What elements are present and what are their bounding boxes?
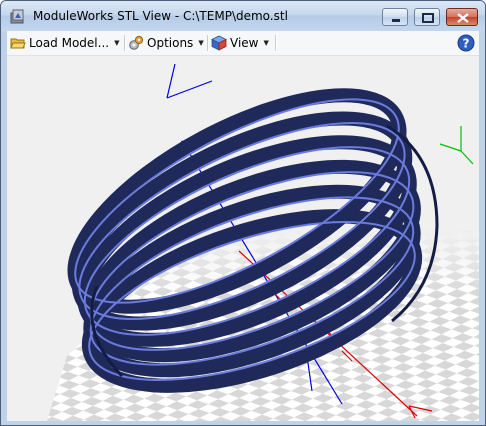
- options-label: Options: [147, 36, 194, 50]
- window-bottom-border: [1, 421, 485, 425]
- maximize-button[interactable]: [414, 8, 440, 26]
- title-bar[interactable]: ModuleWorks STL View - C:\TEMP\demo.stl: [1, 1, 485, 31]
- 3d-viewport[interactable]: [7, 56, 479, 421]
- svg-text:?: ?: [463, 37, 470, 51]
- close-button[interactable]: [446, 8, 478, 26]
- view-dropdown-arrow-icon[interactable]: ▼: [263, 39, 268, 47]
- minimize-icon: [392, 19, 400, 22]
- help-icon: ?: [457, 34, 475, 52]
- app-icon: [10, 9, 24, 24]
- app-window: ModuleWorks STL View - C:\TEMP\demo.stl …: [0, 0, 486, 426]
- maximize-icon: [422, 13, 434, 23]
- load-model-button[interactable]: Load Model... ▼: [10, 33, 119, 53]
- window-title: ModuleWorks STL View - C:\TEMP\demo.stl: [33, 9, 288, 23]
- options-button[interactable]: Options ▼: [128, 33, 204, 53]
- triad-green: [439, 126, 474, 165]
- toolbar-separator: [124, 35, 126, 51]
- options-dropdown-arrow-icon[interactable]: ▼: [198, 39, 203, 47]
- gear-icon: [129, 35, 144, 50]
- toolbar-separator: [275, 35, 277, 51]
- toolbar-separator: [207, 35, 209, 51]
- minimize-button[interactable]: [382, 8, 408, 26]
- load-dropdown-arrow-icon[interactable]: ▼: [114, 39, 119, 47]
- view-button[interactable]: View ▼: [211, 33, 269, 53]
- view-label: View: [230, 36, 259, 50]
- help-button[interactable]: ?: [457, 33, 475, 53]
- load-model-label: Load Model...: [29, 36, 110, 50]
- toolbar: Load Model... ▼ Options ▼ View ▼ ?: [7, 31, 479, 56]
- close-icon: [457, 13, 469, 23]
- folder-open-icon: [10, 38, 26, 49]
- cube-icon: [211, 35, 227, 51]
